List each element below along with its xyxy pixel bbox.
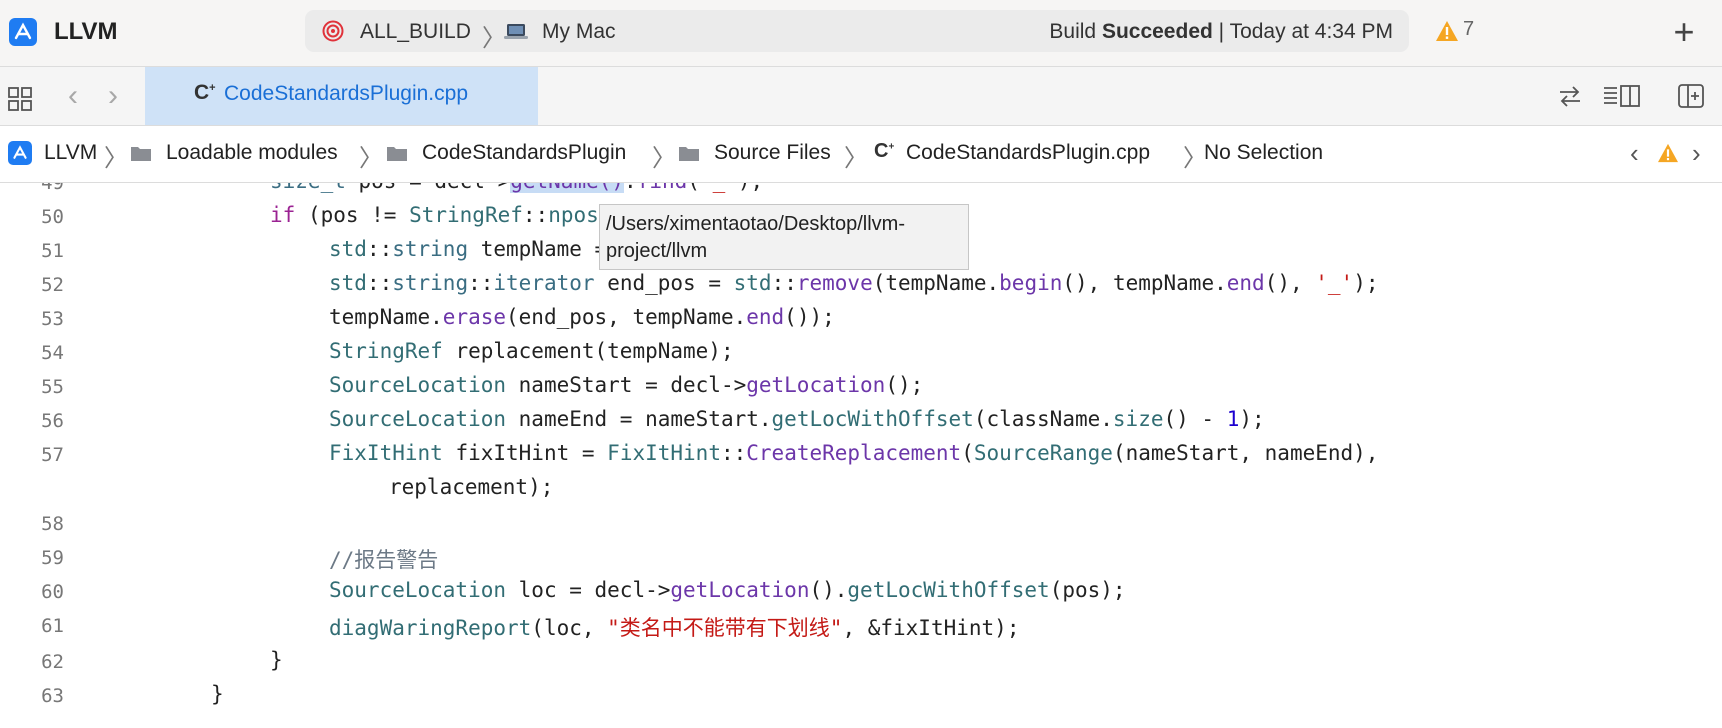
tab-bar: ‹ › C+ CodeStandardsPlugin.cpp (0, 67, 1722, 126)
swap-arrows-icon[interactable] (1557, 84, 1583, 108)
code-line: 62 } (0, 645, 1722, 679)
app-name: LLVM (54, 18, 118, 45)
breadcrumb-no-selection[interactable]: No Selection (1204, 141, 1323, 165)
target-icon (322, 20, 344, 42)
code-line: 58 (0, 507, 1722, 541)
chevron-right-icon: 〉 (104, 145, 128, 172)
xcode-app-icon (9, 18, 37, 46)
scheme-selector[interactable]: ALL_BUILD (360, 20, 471, 44)
tooltip-line: /Users/ximentaotao/Desktop/llvm- (606, 213, 905, 235)
grid-icon[interactable] (8, 87, 32, 111)
cpp-file-icon: C+ (874, 140, 895, 162)
folder-icon (679, 147, 699, 161)
next-issue-button[interactable]: › (1692, 138, 1701, 169)
chevron-right-icon: 〉 (652, 145, 676, 172)
code-line: 61 diagWaringReport(loc, "类名中不能带有下划线", &… (0, 609, 1722, 643)
breadcrumb-codestandardsplugin[interactable]: CodeStandardsPlugin (422, 141, 626, 165)
breadcrumb-source-files[interactable]: Source Files (714, 141, 831, 165)
code-line: 63 } (0, 679, 1722, 713)
folder-icon (131, 147, 151, 161)
line-number: 63 (41, 685, 64, 707)
warning-count[interactable]: 7 (1463, 18, 1474, 41)
chevron-right-icon: 〉 (844, 145, 868, 172)
toolbar: LLVM ALL_BUILD 〉 My Mac Build Succeeded … (0, 0, 1722, 67)
back-button[interactable]: ‹ (68, 79, 78, 113)
line-number: 49 (41, 183, 64, 194)
code-line: 57 FixItHint fixItHint = FixItHint::Crea… (0, 438, 1722, 472)
forward-button[interactable]: › (108, 79, 118, 113)
breadcrumb-file[interactable]: CodeStandardsPlugin.cpp (906, 141, 1150, 165)
code-line: 54 StringRef replacement(tempName); (0, 336, 1722, 370)
chevron-right-icon: 〉 (359, 145, 383, 172)
breadcrumb-llvm[interactable]: LLVM (44, 141, 97, 165)
tab-codestandardsplugin[interactable]: C+ CodeStandardsPlugin.cpp (145, 67, 538, 125)
tab-label: CodeStandardsPlugin.cpp (224, 82, 469, 105)
line-number: 61 (41, 615, 64, 637)
line-number: 59 (41, 547, 64, 569)
project-icon (8, 141, 32, 165)
line-number: 60 (41, 581, 64, 603)
line-number: 55 (41, 376, 64, 398)
line-number: 51 (41, 240, 64, 262)
chevron-right-icon: 〉 (482, 25, 506, 52)
line-number: 62 (41, 651, 64, 673)
tooltip-line: project/llvm (606, 240, 708, 262)
code-line: replacement); (389, 475, 554, 499)
line-number: 50 (41, 206, 64, 228)
path-tooltip: /Users/ximentaotao/Desktop/llvm- project… (599, 204, 969, 270)
cpp-file-icon: C+ (194, 81, 216, 104)
warning-icon[interactable] (1435, 20, 1459, 42)
line-number: 53 (41, 308, 64, 330)
laptop-icon (504, 24, 528, 39)
line-number: 57 (41, 444, 64, 466)
editor-options-icon[interactable] (1603, 84, 1641, 108)
line-number: 56 (41, 410, 64, 432)
line-number: 54 (41, 342, 64, 364)
split-editor-icon[interactable] (1678, 84, 1704, 108)
warning-icon[interactable] (1657, 143, 1679, 163)
build-status: Build Succeeded | Today at 4:34 PM (1049, 20, 1393, 43)
code-line: 55 SourceLocation nameStart = decl->getL… (0, 370, 1722, 404)
activity-bar[interactable]: ALL_BUILD 〉 My Mac Build Succeeded | Tod… (305, 10, 1409, 52)
previous-issue-button[interactable]: ‹ (1630, 138, 1639, 169)
jump-bar: LLVM 〉 Loadable modules 〉 CodeStandardsP… (0, 126, 1722, 183)
line-number: 52 (41, 274, 64, 296)
code-line: 59 //报告警告 (0, 541, 1722, 575)
breadcrumb-loadable-modules[interactable]: Loadable modules (166, 141, 338, 165)
code-line: 60 SourceLocation loc = decl->getLocatio… (0, 575, 1722, 609)
code-line: 53 tempName.erase(end_pos, tempName.end(… (0, 302, 1722, 336)
add-button[interactable]: + (1667, 12, 1701, 52)
line-number: 58 (41, 513, 64, 535)
folder-icon (387, 147, 407, 161)
code-line: 52 std::string::iterator end_pos = std::… (0, 268, 1722, 302)
destination-selector[interactable]: My Mac (542, 20, 616, 44)
code-line: 49 size_t pos = decl->getName().find('_'… (0, 183, 1722, 200)
code-line: 56 SourceLocation nameEnd = nameStart.ge… (0, 404, 1722, 438)
